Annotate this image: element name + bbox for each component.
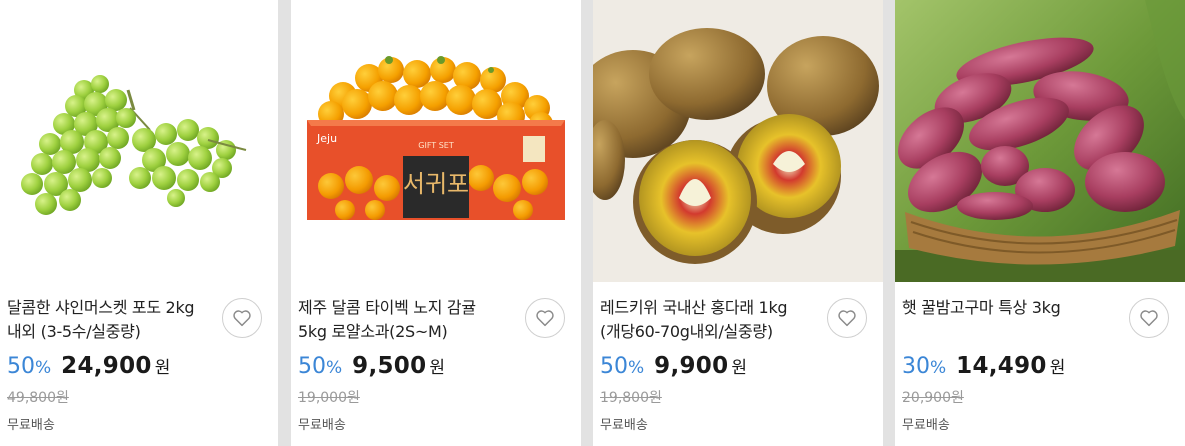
discount-percent: % — [35, 358, 52, 378]
product-title[interactable]: 햇 꿀밤고구마 특상 3kg — [902, 296, 1107, 320]
product-card[interactable]: 달콤한 샤인머스켓 포도 2kg 내외 (3-5수/실중량) 50% 24,900… — [0, 0, 278, 446]
wishlist-button[interactable] — [222, 298, 262, 338]
red-kiwi-image — [593, 0, 883, 282]
product-image[interactable] — [895, 0, 1185, 282]
discount-percent: % — [628, 358, 645, 378]
currency-unit: 원 — [429, 358, 446, 378]
product-card[interactable]: 햇 꿀밤고구마 특상 3kg 30% 14,490 원 20,900원 무료배송 — [895, 0, 1185, 446]
product-title[interactable]: 제주 달콤 타이벡 노지 감귤 5kg 로얄소과(2S~M) — [298, 296, 503, 344]
tangerine-box-image: 서귀포 Jeju GIFT SET — [291, 0, 581, 282]
box-title-text: 서귀포 — [403, 170, 469, 198]
shipping-label: 무료배송 — [600, 418, 648, 433]
product-card[interactable]: 서귀포 Jeju GIFT SET 제주 달콤 타이벡 노지 감귤 5kg 로얄… — [291, 0, 581, 446]
original-price: 20,900원 — [902, 390, 964, 406]
currency-unit: 원 — [731, 358, 748, 378]
original-price: 19,000원 — [298, 390, 360, 406]
shipping-label: 무료배송 — [7, 418, 55, 433]
sweet-potato-image — [895, 0, 1185, 282]
discount-rate: 50 — [7, 354, 35, 379]
original-price: 19,800원 — [600, 390, 662, 406]
box-label-text: GIFT SET — [418, 141, 454, 150]
sale-price: 14,490 — [956, 353, 1047, 379]
shipping-label: 무료배송 — [298, 418, 346, 433]
discount-rate: 30 — [902, 354, 930, 379]
product-image[interactable]: 서귀포 Jeju GIFT SET — [291, 0, 581, 282]
wishlist-button[interactable] — [525, 298, 565, 338]
product-image[interactable] — [0, 0, 278, 282]
heart-outline-icon — [233, 310, 251, 327]
price-row: 50% 24,900 원 — [7, 353, 170, 387]
sale-price: 9,500 — [352, 353, 427, 379]
product-image[interactable] — [593, 0, 883, 282]
wishlist-button[interactable] — [827, 298, 867, 338]
product-title[interactable]: 달콤한 샤인머스켓 포도 2kg 내외 (3-5수/실중량) — [7, 296, 212, 344]
discount-rate: 50 — [298, 354, 326, 379]
sale-price: 9,900 — [654, 353, 729, 379]
box-brand-text: Jeju — [316, 132, 337, 145]
product-card[interactable]: 레드키위 국내산 홍다래 1kg (개당60-70g내외/실중량) 50% 9,9… — [593, 0, 883, 446]
wishlist-button[interactable] — [1129, 298, 1169, 338]
discount-percent: % — [930, 358, 947, 378]
grape-image — [0, 0, 278, 282]
shipping-label: 무료배송 — [902, 418, 950, 433]
sale-price: 24,900 — [61, 353, 152, 379]
price-row: 30% 14,490 원 — [902, 353, 1065, 387]
heart-outline-icon — [536, 310, 554, 327]
heart-outline-icon — [838, 310, 856, 327]
original-price: 49,800원 — [7, 390, 69, 406]
currency-unit: 원 — [154, 358, 171, 378]
product-title[interactable]: 레드키위 국내산 홍다래 1kg (개당60-70g내외/실중량) — [600, 296, 805, 344]
price-row: 50% 9,900 원 — [600, 353, 747, 387]
heart-outline-icon — [1140, 310, 1158, 327]
price-row: 50% 9,500 원 — [298, 353, 445, 387]
discount-rate: 50 — [600, 354, 628, 379]
currency-unit: 원 — [1049, 358, 1066, 378]
discount-percent: % — [326, 358, 343, 378]
